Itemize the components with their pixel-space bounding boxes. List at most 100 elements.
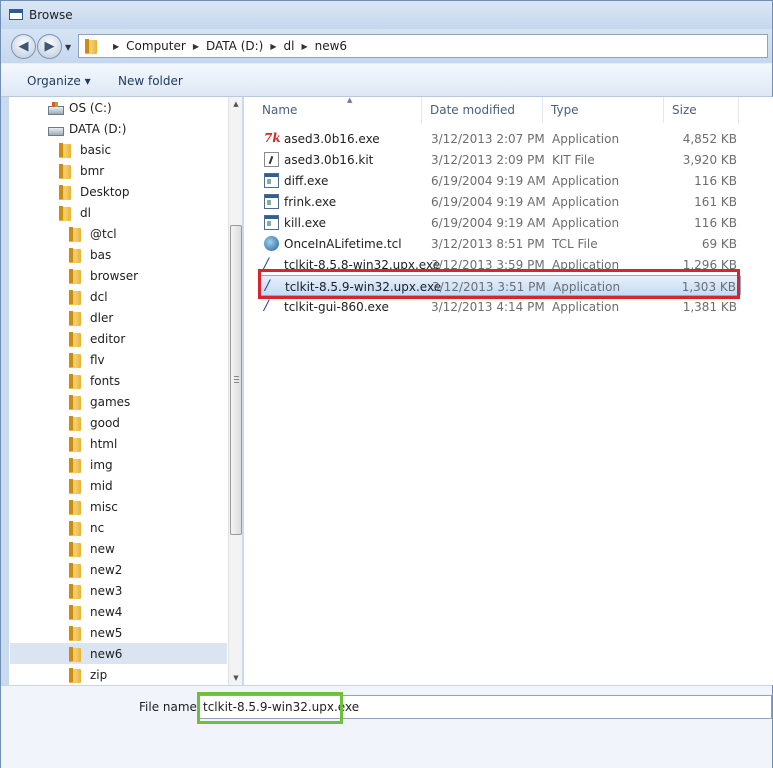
nav-item-dl[interactable]: dl	[58, 202, 91, 223]
file-row[interactable]: / tclkit-gui-860.exe 3/12/2013 4:14 PM A…	[258, 296, 741, 317]
recent-locations-dropdown-icon[interactable]: ▼	[65, 43, 71, 52]
nav-item-label: new4	[90, 604, 123, 619]
file-row[interactable]: frink.exe 6/19/2004 9:19 AM Application …	[258, 191, 741, 212]
nav-item-tcl[interactable]: @tcl	[68, 223, 117, 244]
nav-item-dcl[interactable]: dcl	[68, 286, 108, 307]
nav-item-editor[interactable]: editor	[68, 328, 125, 349]
file-type: Application	[552, 132, 620, 146]
kit-file-icon	[264, 152, 279, 167]
chevron-right-icon[interactable]: ▶	[301, 42, 307, 51]
nav-item-zip[interactable]: zip	[68, 664, 107, 685]
nav-item-data-drive[interactable]: DATA (D:)	[47, 118, 126, 139]
chevron-right-icon[interactable]: ▶	[113, 42, 119, 51]
navigation-scrollbar[interactable]: ▲ ▼	[228, 97, 242, 685]
file-type: Application	[552, 174, 620, 188]
file-row[interactable]: 7k ased3.0b16.exe 3/12/2013 2:07 PM Appl…	[258, 128, 741, 149]
nav-item-label: dcl	[90, 289, 108, 304]
nav-item-label: good	[90, 415, 120, 430]
title-bar: Browse	[1, 1, 772, 29]
nav-item-new2[interactable]: new2	[68, 559, 122, 580]
folder-icon	[58, 205, 72, 221]
breadcrumb-data-drive[interactable]: DATA (D:)	[206, 39, 263, 53]
nav-item-new6[interactable]: new6	[10, 643, 227, 664]
file-size: 116 KB	[694, 174, 737, 188]
breadcrumb-dl[interactable]: dl	[284, 39, 295, 53]
scroll-up-icon[interactable]: ▲	[229, 97, 243, 111]
feather-icon: /	[264, 298, 269, 314]
nav-item-os-drive[interactable]: OS (C:)	[47, 97, 112, 118]
nav-item-flv[interactable]: flv	[68, 349, 105, 370]
nav-item-dler[interactable]: dler	[68, 307, 113, 328]
nav-item-fonts[interactable]: fonts	[68, 370, 120, 391]
address-bar[interactable]: ▶ Computer ▶ DATA (D:) ▶ dl ▶ new6	[78, 34, 768, 58]
nav-item-label: browser	[90, 268, 139, 283]
file-row[interactable]: kill.exe 6/19/2004 9:19 AM Application 1…	[258, 212, 741, 233]
file-size: 69 KB	[701, 237, 737, 251]
folder-icon	[84, 38, 98, 54]
nav-item-basic[interactable]: basic	[58, 139, 111, 160]
nav-item-new5[interactable]: new5	[68, 622, 122, 643]
nav-item-bmr[interactable]: bmr	[58, 160, 104, 181]
nav-item-img[interactable]: img	[68, 454, 113, 475]
file-row[interactable]: ased3.0b16.kit 3/12/2013 2:09 PM KIT Fil…	[258, 149, 741, 170]
file-name: frink.exe	[284, 195, 337, 209]
folder-icon	[68, 247, 82, 263]
file-date: 6/19/2004 9:19 AM	[431, 195, 546, 209]
nav-item-label: games	[90, 394, 131, 409]
column-header-name[interactable]: ▲ Name	[254, 96, 422, 123]
file-row[interactable]: OnceInALifetime.tcl 3/12/2013 8:51 PM TC…	[258, 233, 741, 254]
nav-item-new3[interactable]: new3	[68, 580, 122, 601]
file-date: 3/12/2013 8:51 PM	[431, 237, 545, 251]
filename-highlight-box	[197, 692, 343, 724]
chevron-right-icon[interactable]: ▶	[270, 42, 276, 51]
file-name: ased3.0b16.kit	[284, 153, 374, 167]
nav-item-label: basic	[80, 142, 112, 157]
back-button[interactable]: ◀	[11, 34, 36, 59]
folder-icon	[68, 541, 82, 557]
nav-item-new[interactable]: new	[68, 538, 115, 559]
organize-button[interactable]: Organize ▾	[27, 74, 91, 88]
nav-item-browser[interactable]: browser	[68, 265, 138, 286]
scroll-thumb[interactable]	[230, 225, 242, 535]
folder-icon	[68, 394, 82, 410]
nav-item-good[interactable]: good	[68, 412, 120, 433]
nav-item-label: @tcl	[90, 226, 117, 241]
file-size: 3,920 KB	[682, 153, 737, 167]
new-folder-button[interactable]: New folder	[118, 74, 183, 88]
forward-button[interactable]: ▶	[37, 34, 62, 59]
nav-item-label: fonts	[90, 373, 121, 388]
folder-icon	[68, 268, 82, 284]
folder-icon	[58, 142, 72, 158]
nav-item-misc[interactable]: misc	[68, 496, 118, 517]
chevron-right-icon[interactable]: ▶	[193, 42, 199, 51]
breadcrumb-new6[interactable]: new6	[315, 39, 347, 53]
app-window-icon	[264, 173, 279, 188]
nav-item-bas[interactable]: bas	[68, 244, 111, 265]
breadcrumb-computer[interactable]: Computer	[126, 39, 186, 53]
folder-icon	[68, 226, 82, 242]
nav-item-label: bas	[90, 247, 112, 262]
nav-item-label: Desktop	[80, 184, 130, 199]
nav-item-desktop[interactable]: Desktop	[58, 181, 130, 202]
folder-icon	[58, 163, 72, 179]
forward-arrow-icon: ▶	[44, 39, 55, 54]
column-header-date[interactable]: Date modified	[422, 97, 543, 123]
nav-item-nc[interactable]: nc	[68, 517, 104, 538]
scroll-down-icon[interactable]: ▼	[229, 671, 243, 685]
nav-item-html[interactable]: html	[68, 433, 117, 454]
file-row[interactable]: diff.exe 6/19/2004 9:19 AM Application 1…	[258, 170, 741, 191]
column-header-type[interactable]: Type	[543, 97, 664, 123]
file-date: 3/12/2013 2:07 PM	[431, 132, 545, 146]
nav-item-new4[interactable]: new4	[68, 601, 122, 622]
column-header-label: Date modified	[430, 103, 516, 117]
nav-item-mid[interactable]: mid	[68, 475, 113, 496]
file-size: 1,381 KB	[682, 300, 737, 314]
nav-item-games[interactable]: games	[68, 391, 130, 412]
browse-dialog: Browse ◀ ▶ ▼ ▶ Computer ▶ DATA (D:) ▶ dl…	[0, 0, 773, 768]
folder-icon	[68, 604, 82, 620]
nav-item-label: DATA (D:)	[69, 121, 127, 136]
nav-item-label: new3	[90, 583, 123, 598]
nav-item-label: html	[90, 436, 118, 451]
column-header-size[interactable]: Size	[664, 97, 739, 123]
folder-icon	[68, 373, 82, 389]
